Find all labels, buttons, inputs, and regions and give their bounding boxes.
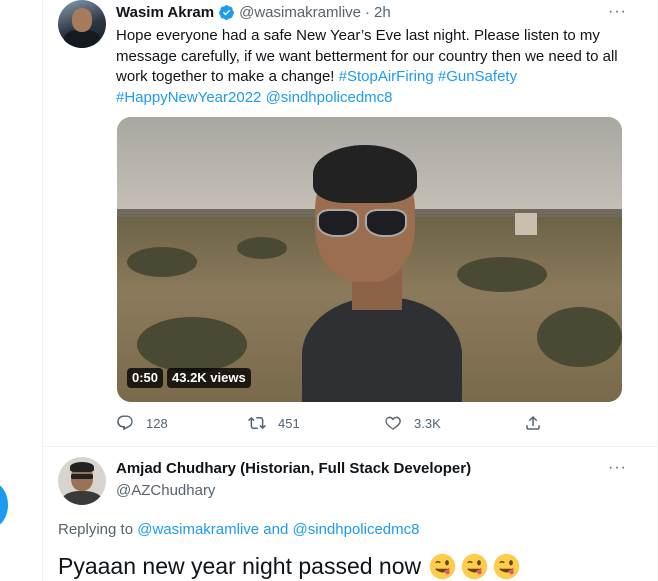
tweet-time[interactable]: 2h (374, 4, 391, 21)
reply-button[interactable]: 128 (116, 414, 168, 432)
author-handle[interactable]: @wasimakramlive (239, 4, 361, 21)
compose-tweet-button[interactable] (0, 483, 8, 527)
winking-face-with-tongue-icon (461, 553, 488, 580)
like-button[interactable]: 3.3K (384, 414, 441, 432)
share-button[interactable] (524, 414, 554, 432)
video-duration: 0:50 (127, 368, 164, 388)
avatar[interactable] (58, 457, 106, 505)
more-options-icon[interactable]: ··· (608, 459, 627, 477)
winking-face-with-tongue-icon (429, 553, 456, 580)
retweet-count: 451 (278, 415, 300, 431)
mention-link[interactable]: @sindhpolicedmc8 (266, 89, 393, 106)
separator-dot: · (365, 4, 371, 21)
video-player[interactable]: 0:50 43.2K views (117, 117, 622, 402)
heart-icon (385, 416, 401, 430)
reply-author-handle[interactable]: @AZChudhary (116, 482, 215, 499)
mention-link[interactable]: @wasimakramlive (137, 521, 259, 538)
retweet-icon (248, 416, 266, 430)
reply-author-name[interactable]: Amjad Chudhary (Historian, Full Stack De… (116, 460, 471, 477)
reply-text: Pyaaan new year night passed now (58, 553, 520, 580)
tweet-actions: 128 451 3.3K (116, 414, 626, 436)
mention-link[interactable]: @sindhpolicedmc8 (293, 521, 420, 538)
tweet-header: Wasim Akram @wasimakramlive · 2h (116, 4, 391, 21)
author-name[interactable]: Wasim Akram (116, 4, 214, 21)
timeline-left-border (42, 0, 43, 581)
share-icon (526, 415, 540, 430)
tweet-divider (42, 446, 658, 447)
hashtag-link[interactable]: #HappyNewYear2022 (116, 89, 261, 106)
more-options-icon[interactable]: ··· (608, 3, 627, 21)
tweet-text: Hope everyone had a safe New Year’s Eve … (116, 27, 618, 106)
hashtag-link[interactable]: #GunSafety (438, 68, 517, 85)
reply-icon (117, 415, 133, 431)
avatar[interactable] (58, 0, 106, 48)
verified-badge-icon (219, 5, 235, 20)
like-count: 3.3K (414, 415, 441, 431)
hashtag-link[interactable]: #StopAirFiring (339, 68, 434, 85)
reply-count: 128 (146, 415, 168, 431)
video-views: 43.2K views (167, 368, 251, 388)
winking-face-with-tongue-icon (493, 553, 520, 580)
retweet-button[interactable]: 451 (248, 414, 300, 432)
replying-to: Replying to @wasimakramlive and @sindhpo… (58, 521, 420, 538)
